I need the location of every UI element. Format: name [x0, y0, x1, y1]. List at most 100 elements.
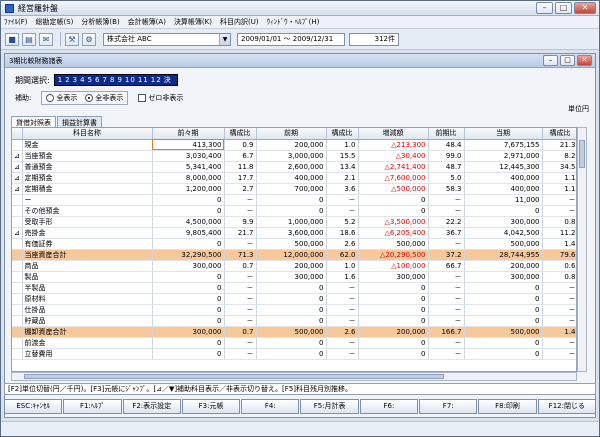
cell-mark[interactable]: ⊿	[12, 172, 23, 184]
col-header-1[interactable]: 前々期	[152, 128, 225, 140]
chevron-down-icon[interactable]: ▼	[219, 33, 230, 45]
function-key-9[interactable]: F12:閉じる	[537, 399, 596, 414]
menu-item-4[interactable]: 決算帳簿(K)	[174, 17, 212, 27]
horizontal-scrollbar[interactable]	[11, 372, 577, 381]
function-key-2[interactable]: F2:表示設定	[122, 399, 181, 414]
cell-mark[interactable]: ⊿	[12, 161, 23, 173]
menu-item-6[interactable]: ｳｨﾝﾄﾞｳ・ﾍﾙﾌﾟ(H)	[267, 17, 320, 27]
month-selector[interactable]: 1 2 3 4 5 6 7 8 9 10 11 12 決	[53, 74, 178, 86]
menu-item-0[interactable]: ﾌｧｲﾙ(F)	[4, 17, 28, 27]
minimize-button[interactable]: –	[536, 2, 553, 14]
menu-item-2[interactable]: 分析帳簿(B)	[81, 17, 119, 27]
vertical-scrollbar[interactable]	[577, 127, 587, 372]
cell-mark[interactable]: ⊿	[12, 227, 23, 239]
cell-mark[interactable]: ⊿	[12, 150, 23, 162]
table-row[interactable]: 現金 413,300 0.9 200,000 1.0 △213,300 48.4 7,675,…	[12, 139, 576, 151]
cell-mark[interactable]	[12, 238, 23, 250]
cell-mark[interactable]: ⊿	[12, 183, 23, 195]
month-7[interactable]: 8	[110, 76, 115, 84]
zero-hide-checkbox[interactable]	[138, 94, 147, 102]
period-field[interactable]: 2009/01/01 ～ 2009/12/31	[237, 32, 345, 46]
table-row[interactable]: ⊿ 売掛金 9,805,400 21.7 3,600,000 18.6 △6,205,400…	[12, 227, 576, 239]
maximize-button[interactable]: □	[555, 2, 572, 14]
radio-show-all[interactable]	[46, 94, 55, 102]
table-row[interactable]: ⊿ 普通預金 5,341,400 11.8 2,600,000 13.4 △2,741,40…	[12, 161, 576, 173]
table-row[interactable]: 商品 300,000 0.7 200,000 1.0 △100,000 66.7 200,00…	[12, 260, 576, 272]
cell-mark[interactable]	[12, 216, 23, 228]
table-row[interactable]: 棚卸資産合計 300,000 0.7 500,000 2.6 200,000 166.7 50…	[12, 326, 576, 338]
col-header-7[interactable]: 当期	[464, 128, 543, 140]
table-row[interactable]: 立替費用 0 － 0 － 0 － 0 －	[12, 348, 576, 360]
cell-mark[interactable]	[12, 249, 23, 261]
table-row[interactable]: ⊿ 定期積金 1,200,000 2.7 700,000 3.6 △500,000 58.3 4…	[12, 183, 576, 195]
cell-mark[interactable]	[12, 205, 23, 217]
report-minimize-button[interactable]: –	[543, 55, 558, 66]
cell-mark[interactable]	[12, 315, 23, 327]
cell-mark[interactable]	[12, 304, 23, 316]
table-row[interactable]: その他預金 0 － 0 － 0 － 0 －	[12, 205, 576, 217]
table-row[interactable]: 受取手形 4,500,000 9.9 1,000,000 5.2 △3,500,000 22…	[12, 216, 576, 228]
radio-hide-all[interactable]	[85, 94, 94, 102]
col-header-4[interactable]: 構成比	[326, 128, 359, 140]
function-key-5[interactable]: F5:月計表	[300, 399, 359, 414]
table-row[interactable]: 前渡金 0 － 0 － 0 － 0 －	[12, 337, 576, 349]
report-close-button[interactable]: ✕	[577, 55, 592, 66]
cell-mark[interactable]	[12, 348, 23, 360]
settings-icon[interactable]: ⚙	[82, 32, 96, 46]
function-key-7[interactable]: F7:	[419, 399, 478, 414]
cell-mark[interactable]	[12, 337, 23, 349]
col-header-8[interactable]: 構成比	[542, 128, 576, 140]
function-key-1[interactable]: F1:ﾍﾙﾌﾟ	[63, 399, 122, 414]
table-row[interactable]: 仕掛品 0 － 0 － 0 － 0 －	[12, 304, 576, 316]
col-header-3[interactable]: 前期	[256, 128, 327, 140]
function-key-4[interactable]: F4:	[241, 399, 300, 414]
month-1[interactable]: 2	[65, 76, 70, 84]
table-row[interactable]: 半製品 0 － 0 － 0 － 0 －	[12, 282, 576, 294]
col-header-2[interactable]: 構成比	[224, 128, 257, 140]
table-row[interactable]: 貯蔵品 0 － 0 － 0 － 0 －	[12, 315, 576, 327]
table-row[interactable]: 原材料 0 － 0 － 0 － 0 －	[12, 293, 576, 305]
function-key-6[interactable]: F6:	[359, 399, 419, 414]
mail-icon[interactable]: ✉	[39, 32, 53, 46]
col-header-6[interactable]: 前期比	[428, 128, 465, 140]
tool-icon[interactable]: ⚒	[65, 32, 79, 46]
close-button[interactable]: ✕	[574, 2, 596, 14]
table-row[interactable]: 当座資産合計 32,290,500 71.3 12,000,000 62.0 △20,29…	[12, 249, 576, 261]
cell-mark[interactable]	[12, 293, 23, 305]
month-4[interactable]: 5	[88, 76, 93, 84]
month-6[interactable]: 7	[103, 76, 108, 84]
month-3[interactable]: 4	[80, 76, 85, 84]
col-header-5[interactable]: 増減額	[358, 128, 429, 140]
company-combo[interactable]: 株式会社 ABC ▼	[103, 32, 231, 46]
cell-mark[interactable]	[12, 326, 23, 338]
table-row[interactable]: 製品 0 － 300,000 1.6 300,000 － 300,000 0.8	[12, 271, 576, 283]
month-0[interactable]: 1	[58, 76, 63, 84]
cell-mark[interactable]	[12, 282, 23, 294]
report-maximize-button[interactable]: □	[560, 55, 575, 66]
table-row[interactable]: 有価証券 0 － 500,000 2.6 500,000 － 500,000 1.4	[12, 238, 576, 250]
month-12[interactable]: 決	[164, 75, 172, 85]
month-8[interactable]: 9	[117, 76, 122, 84]
cell-mark[interactable]	[12, 139, 23, 151]
table-row[interactable]: ー 0 － 0 － 0 － 11,000 －	[12, 194, 576, 206]
col-header-0[interactable]: 科目名称	[22, 128, 153, 140]
function-key-8[interactable]: F8:印刷	[478, 399, 537, 414]
save-icon[interactable]: ■	[5, 32, 19, 46]
table-row[interactable]: ⊿ 定期預金 8,000,000 17.7 400,000 2.1 △7,600,000 5.…	[12, 172, 576, 184]
cell-mark[interactable]	[12, 271, 23, 283]
menu-item-3[interactable]: 会計帳簿(A)	[128, 17, 166, 27]
month-10[interactable]: 11	[138, 76, 149, 84]
month-11[interactable]: 12	[151, 76, 162, 84]
month-9[interactable]: 10	[125, 76, 136, 84]
vertical-scroll-thumb[interactable]	[579, 140, 585, 168]
month-2[interactable]: 3	[73, 76, 78, 84]
function-key-3[interactable]: F3:元帳	[181, 399, 241, 414]
horizontal-scroll-thumb[interactable]	[24, 374, 444, 379]
open-icon[interactable]: ▤	[22, 32, 36, 46]
menu-item-5[interactable]: 科目内訳(U)	[220, 17, 259, 27]
table-row[interactable]: ⊿ 当座預金 3,030,400 6.7 3,000,000 15.5 △30,400 99.…	[12, 150, 576, 162]
cell-mark[interactable]	[12, 194, 23, 206]
menu-item-1[interactable]: 総勘定帳(S)	[36, 17, 74, 27]
function-key-0[interactable]: ESC:ｷｬﾝｾﾙ	[4, 399, 63, 414]
month-5[interactable]: 6	[95, 76, 100, 84]
